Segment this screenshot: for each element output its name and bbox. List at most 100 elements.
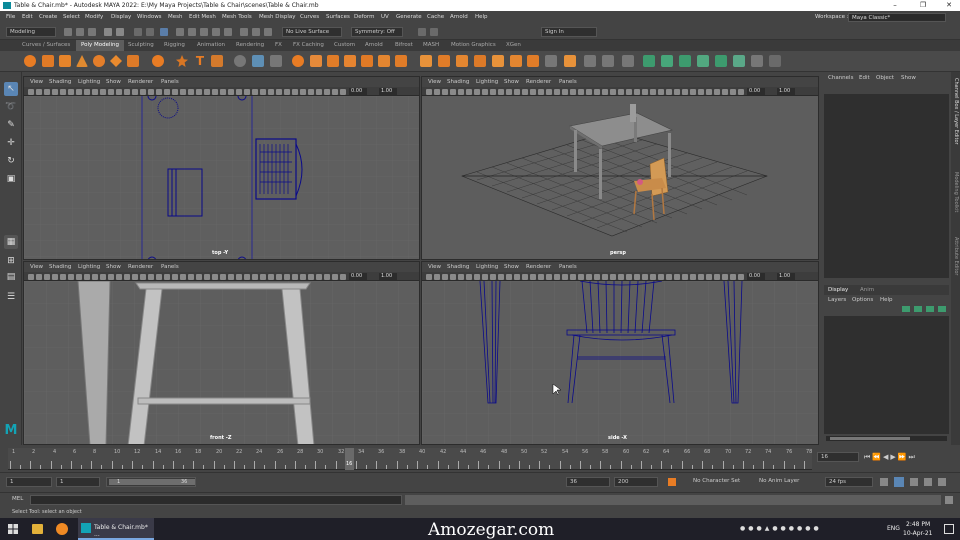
panel-menu-lighting[interactable]: Lighting <box>78 262 100 272</box>
panel-menu-view[interactable]: View <box>428 77 441 87</box>
panel-tool-icon[interactable] <box>474 273 480 280</box>
panel-tool-icon[interactable] <box>332 88 338 95</box>
circularize-icon[interactable] <box>564 55 576 67</box>
range-slider[interactable]: 1 36 <box>106 477 196 487</box>
panel-tool-icon[interactable] <box>738 88 744 95</box>
panel-tool-icon[interactable] <box>180 273 186 280</box>
panel-tool-icon[interactable] <box>220 273 226 280</box>
panel-tool-icon[interactable] <box>100 88 106 95</box>
panel-menu-lighting[interactable]: Lighting <box>476 77 498 87</box>
shelf-tab-rendering[interactable]: Rendering <box>236 40 264 51</box>
panel-tool-icon[interactable] <box>458 88 464 95</box>
panel-tool-icon[interactable] <box>292 88 298 95</box>
clock-time[interactable]: 2:48 PM <box>906 521 930 528</box>
file-explorer-icon[interactable] <box>32 524 43 534</box>
panel-tool-icon[interactable] <box>722 88 728 95</box>
panel-tool-icon[interactable] <box>76 273 82 280</box>
panel-tool-icon[interactable] <box>268 88 274 95</box>
loop-icon[interactable] <box>880 478 888 486</box>
panel-tool-icon[interactable] <box>522 273 528 280</box>
panel-menu-shading[interactable]: Shading <box>49 77 71 87</box>
playback-start-field[interactable]: 1 <box>56 477 100 487</box>
panel-tool-icon[interactable] <box>188 88 194 95</box>
live-surface-field[interactable]: No Live Surface <box>282 27 342 37</box>
panel-tool-icon[interactable] <box>490 273 496 280</box>
panel-tool-icon[interactable] <box>650 88 656 95</box>
panel-tool-icon[interactable] <box>538 273 544 280</box>
shelf-tab-custom[interactable]: Custom <box>334 40 355 51</box>
panel-tool-icon[interactable] <box>132 88 138 95</box>
poly-disc-icon[interactable] <box>127 55 139 67</box>
panel-tool-icon[interactable] <box>730 88 736 95</box>
viewport-canvas[interactable]: top -Y <box>24 96 419 259</box>
panel-tool-icon[interactable] <box>276 273 282 280</box>
layer-list[interactable] <box>824 316 949 434</box>
multi-cut-icon[interactable] <box>420 55 432 67</box>
clock-date[interactable]: 10-Apr-21 <box>903 530 932 537</box>
panel-tool-icon[interactable] <box>140 88 146 95</box>
panel-tool-icon[interactable] <box>324 88 330 95</box>
move-tool-icon[interactable]: ✛ <box>4 136 18 150</box>
poly-cone-icon[interactable] <box>76 55 88 67</box>
object-menu[interactable]: Object <box>876 72 894 84</box>
panel-tool-icon[interactable] <box>450 88 456 95</box>
panel-tool-icon[interactable] <box>92 88 98 95</box>
panel-tool-icon[interactable] <box>340 88 346 95</box>
snap-view-plane-icon[interactable] <box>212 28 220 36</box>
select-object-icon[interactable] <box>146 28 154 36</box>
panel-tool-icon[interactable] <box>634 273 640 280</box>
panel-tool-icon[interactable] <box>698 273 704 280</box>
language-indicator[interactable]: ENG <box>887 525 900 532</box>
panel-tool-icon[interactable] <box>546 273 552 280</box>
panel-tool-icon[interactable] <box>244 273 250 280</box>
uv-cylindrical-icon[interactable] <box>679 55 691 67</box>
panel-tool-icon[interactable] <box>426 88 432 95</box>
panel-tool-icon[interactable] <box>340 273 346 280</box>
anim-tab[interactable]: Anim <box>860 285 874 295</box>
panel-tool-icon[interactable] <box>252 88 258 95</box>
menuset-dropdown[interactable]: Modeling <box>6 27 56 37</box>
mel-label[interactable]: MEL <box>12 496 23 502</box>
panel-tool-icon[interactable] <box>562 273 568 280</box>
toggle-icon-2[interactable] <box>430 28 438 36</box>
panel-tool-icon[interactable] <box>426 273 432 280</box>
panel-tool-icon[interactable] <box>634 88 640 95</box>
panel-tool-icon[interactable] <box>308 273 314 280</box>
panel-tool-icon[interactable] <box>498 88 504 95</box>
panel-tool-icon[interactable] <box>84 273 90 280</box>
panel-menu-view[interactable]: View <box>428 262 441 272</box>
panel-tool-icon[interactable] <box>244 88 250 95</box>
panel-menu-panels[interactable]: Panels <box>161 262 179 272</box>
platonic-solid-icon[interactable] <box>152 55 164 67</box>
viewport-side[interactable]: View Shading Lighting Show Renderer Pane… <box>421 261 819 445</box>
panel-tool-icon[interactable] <box>706 88 712 95</box>
menu-mesh-tools[interactable]: Mesh Tools <box>222 11 252 23</box>
tab-modeling-toolkit[interactable]: Modeling Toolkit <box>952 172 959 232</box>
panel-tool-icon[interactable] <box>682 88 688 95</box>
combine-icon[interactable] <box>234 55 246 67</box>
panel-tool-icon[interactable] <box>212 273 218 280</box>
panel-tool-icon[interactable] <box>316 273 322 280</box>
panel-menu-shading[interactable]: Shading <box>49 262 71 272</box>
key-settings-icon[interactable] <box>894 477 904 487</box>
super-shape-icon[interactable] <box>176 55 188 67</box>
current-frame-field[interactable]: 16 <box>817 452 859 462</box>
panel-tool-icon[interactable] <box>602 88 608 95</box>
panel-tool-icon[interactable] <box>236 88 242 95</box>
panel-tool-icon[interactable] <box>140 273 146 280</box>
menu-help[interactable]: Help <box>475 11 488 23</box>
panel-tool-icon[interactable] <box>324 273 330 280</box>
uv-layout-icon[interactable] <box>751 55 763 67</box>
panel-tool-icon[interactable] <box>626 88 632 95</box>
panel-tool-icon[interactable] <box>554 273 560 280</box>
undo-icon[interactable] <box>104 28 112 36</box>
poly-sphere-icon[interactable] <box>24 55 36 67</box>
panel-tool-icon[interactable] <box>530 88 536 95</box>
panel-tool-icon[interactable] <box>722 273 728 280</box>
menu-surfaces[interactable]: Surfaces <box>326 11 350 23</box>
channels-menu[interactable]: Channels <box>828 72 853 84</box>
menu-file[interactable]: File <box>6 11 15 23</box>
rotate-tool-icon[interactable]: ↻ <box>4 154 18 168</box>
wedge-icon[interactable] <box>545 55 557 67</box>
shelf-tab-bifrost[interactable]: Bifrost <box>395 40 413 51</box>
